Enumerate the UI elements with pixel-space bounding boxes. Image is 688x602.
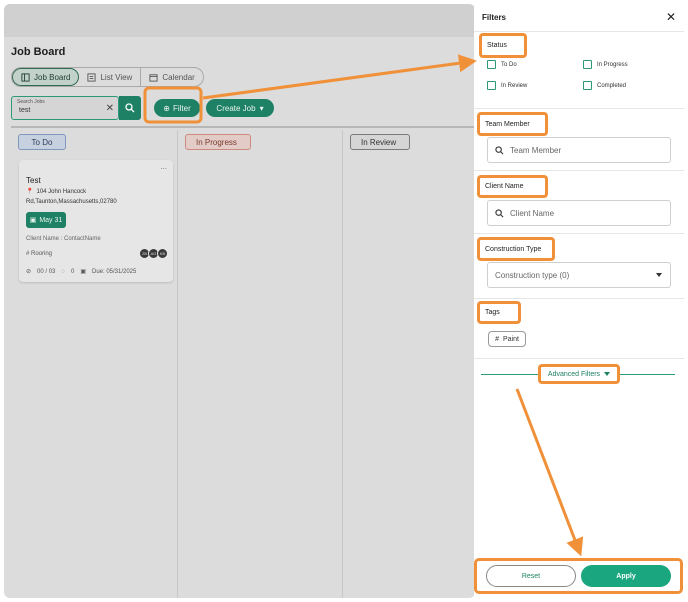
comment-icon: ◌: [61, 268, 65, 275]
job-card[interactable]: ... Test 📍 104 John Hancock Rd,Taunton,M…: [19, 160, 173, 282]
construction-type-select[interactable]: Construction type (0): [487, 262, 671, 288]
checkbox-label: To Do: [501, 61, 517, 68]
create-job-button[interactable]: Create Job ▾: [206, 99, 274, 117]
advanced-filters-line: [620, 374, 675, 375]
avatar-group: ZB AG KB: [139, 248, 168, 259]
create-job-label: Create Job: [216, 103, 256, 113]
hash-icon: #: [495, 335, 499, 343]
tag-chip-label: Paint: [502, 335, 519, 343]
advanced-filters-line: [481, 374, 538, 375]
address-line2: Rd,Taunton,Massachusetts,02780: [26, 199, 117, 205]
close-icon[interactable]: ✕: [666, 10, 676, 24]
filter-button[interactable]: ⊕ Filter: [154, 99, 200, 117]
status-checkbox-in-progress[interactable]: In Progress: [583, 60, 628, 69]
filters-panel: Filters ✕ Status To Do In Progress In Re…: [474, 4, 684, 598]
panel-title: Filters: [482, 13, 507, 22]
comment-count: 0: [70, 268, 75, 275]
construction-type-value: Construction type (0): [495, 270, 570, 280]
column-header-to-do: To Do: [18, 134, 66, 150]
top-bar: [4, 4, 475, 37]
close-icon[interactable]: ✕: [106, 103, 114, 114]
status-checkbox-to-do[interactable]: To Do: [487, 60, 517, 69]
search-label: Search Jobs: [17, 99, 45, 105]
card-address: 📍 104 John Hancock: [26, 188, 87, 196]
column-header-in-progress: In Progress: [185, 134, 251, 150]
reset-button[interactable]: Reset: [486, 565, 576, 587]
divider: [474, 298, 684, 299]
address-line1: 104 John Hancock: [36, 188, 87, 195]
team-member-placeholder: Team Member: [510, 145, 562, 155]
column-divider: [11, 126, 475, 128]
team-member-label: Team Member: [477, 112, 548, 136]
tab-label: List View: [100, 72, 133, 82]
tab-label: Job Board: [34, 72, 71, 82]
advanced-filters-button[interactable]: Advanced Filters: [538, 364, 620, 384]
chevron-down-icon: ▾: [259, 103, 264, 113]
construction-type-label: Construction Type: [477, 237, 555, 261]
tab-job-board[interactable]: Job Board: [12, 68, 80, 86]
filter-label: Filter: [172, 103, 191, 113]
checkbox-label: Completed: [597, 82, 627, 89]
calendar-icon: ▣: [29, 217, 37, 224]
list-icon: [87, 72, 97, 82]
page-title: Job Board: [11, 46, 66, 58]
client-name-label: Client Name: [477, 175, 548, 198]
avatar: KB: [157, 248, 168, 259]
tab-list-view[interactable]: List View: [79, 68, 142, 86]
board-icon: [21, 72, 30, 82]
date-badge: ▣ May 31: [26, 212, 66, 228]
divider: [474, 233, 684, 234]
location-pin-icon: 📍: [26, 189, 34, 195]
column-in-progress: [178, 130, 343, 598]
tab-calendar[interactable]: Calendar: [141, 68, 202, 86]
card-menu-icon[interactable]: ...: [160, 162, 167, 171]
checkbox-icon[interactable]: [583, 60, 592, 69]
checkbox-label: In Review: [501, 82, 528, 89]
search-button[interactable]: [119, 96, 141, 120]
apply-button[interactable]: Apply: [581, 565, 671, 587]
divider: [474, 170, 684, 171]
team-member-field[interactable]: Team Member: [487, 137, 671, 163]
client-name-field[interactable]: Client Name: [487, 200, 671, 226]
filter-icon: ⊕: [163, 103, 170, 113]
view-tabs: Job Board List View Calendar: [11, 67, 204, 87]
checkbox-icon[interactable]: [487, 81, 496, 90]
search-icon: [495, 208, 504, 217]
status-checkbox-completed[interactable]: Completed: [583, 81, 626, 90]
card-client: Client Name : ContactName: [26, 236, 101, 242]
tags-label: Tags: [477, 301, 521, 324]
chevron-down-icon: [604, 372, 611, 376]
card-meta: ⊘ 00 / 03 ◌ 0 ▣ Due: 05/31/2025: [26, 268, 137, 276]
column-header-in-review: In Review: [350, 134, 410, 150]
client-name-placeholder: Client Name: [510, 208, 555, 218]
card-tag: # Rooring: [26, 251, 53, 257]
status-checkbox-in-review[interactable]: In Review: [487, 81, 527, 90]
checkbox-icon[interactable]: [583, 81, 592, 90]
chevron-down-icon: [656, 273, 662, 277]
date-label: May 31: [39, 216, 63, 224]
divider: [474, 358, 684, 359]
calendar-icon: [149, 73, 158, 82]
checklist-count: 00 / 03: [37, 268, 56, 275]
card-title: Test: [26, 176, 41, 185]
tab-label: Calendar: [162, 72, 195, 82]
calendar-icon: ▣: [80, 269, 86, 275]
search-icon: [125, 103, 135, 113]
tag-chip-paint[interactable]: # Paint: [488, 331, 526, 347]
search-icon: [495, 145, 504, 154]
job-board-background: Job Board Job Board List View Calendar S…: [4, 4, 475, 598]
divider: [474, 108, 684, 109]
checkbox-label: In Progress: [597, 61, 628, 68]
advanced-filters-label: Advanced Filters: [547, 370, 601, 378]
due-date: Due: 05/31/2025: [91, 268, 137, 275]
divider: [474, 31, 684, 32]
status-label: Status: [479, 33, 527, 58]
search-jobs-input[interactable]: Search Jobs test ✕: [11, 96, 119, 120]
search-value: test: [19, 107, 31, 114]
checkbox-icon[interactable]: [487, 60, 496, 69]
checklist-icon: ⊘: [26, 269, 32, 275]
